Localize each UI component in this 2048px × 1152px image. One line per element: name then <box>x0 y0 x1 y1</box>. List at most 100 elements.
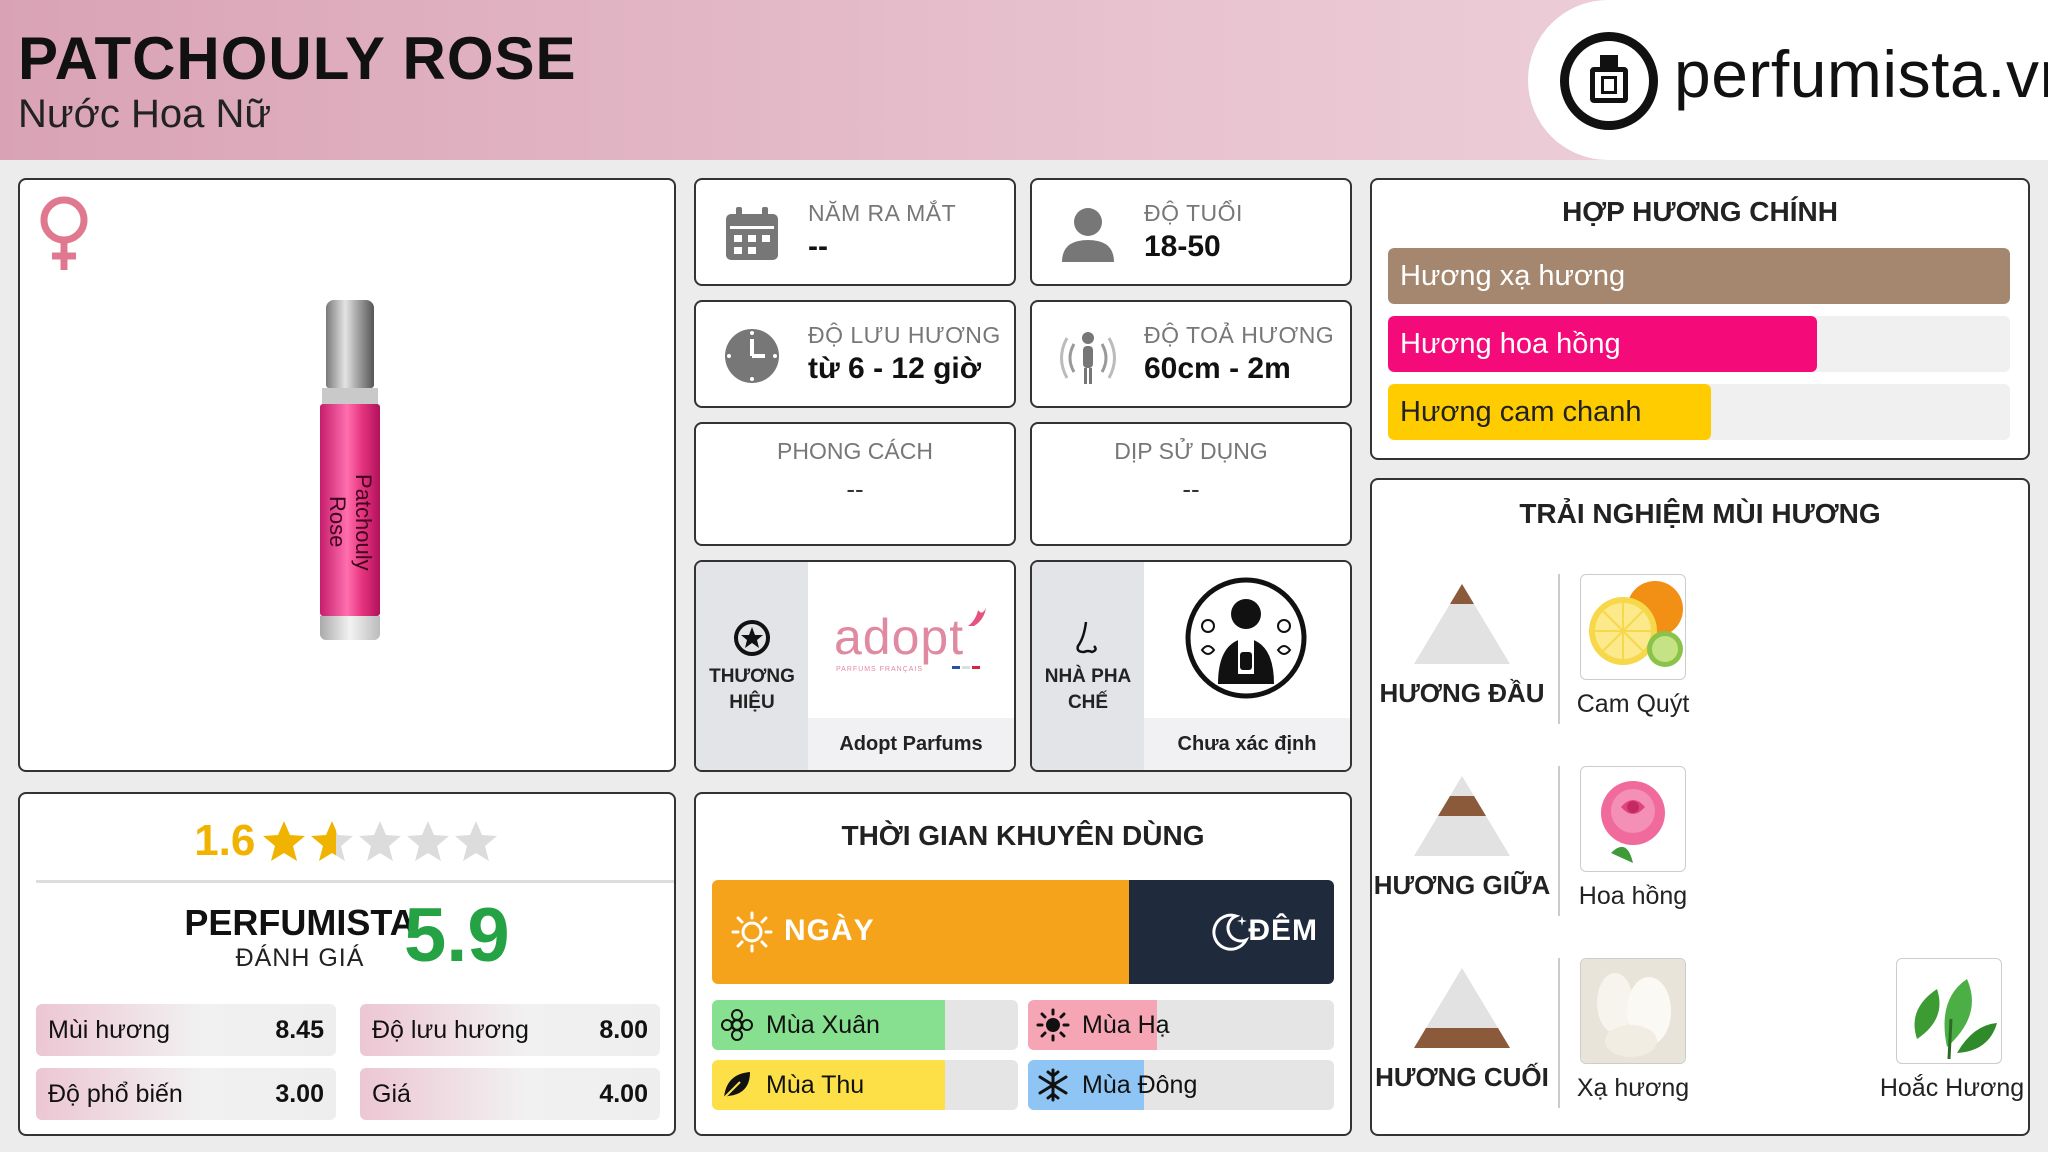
user-rating-score: 1.6 <box>194 816 256 865</box>
day-night-bar: NGÀY ĐÊM <box>712 880 1334 984</box>
style-value: -- <box>846 474 864 504</box>
bottle-label: Patchouly Rose <box>325 473 376 571</box>
metric-value: 8.00 <box>599 1016 648 1044</box>
moon-icon <box>1212 913 1250 951</box>
snowflake-icon <box>1038 1068 1068 1102</box>
brand-logo-image: adopt PARFUMS FRANÇAIS <box>808 562 1012 718</box>
day-fill: NGÀY <box>712 880 1129 984</box>
patchouli-leaf-icon <box>1914 979 1997 1060</box>
usage-title: THỜI GIAN KHUYÊN DÙNG <box>841 820 1205 851</box>
star-badge-icon <box>734 620 770 656</box>
star-icon[interactable] <box>405 818 451 864</box>
scent-notes-card: TRẢI NGHIỆM MÙI HƯƠNG HƯƠNG ĐẦU Cam Quýt… <box>1370 478 2030 1136</box>
sun-icon <box>1036 1008 1070 1042</box>
logo-text: perfumista.vn <box>1674 37 2048 111</box>
perfume-bottle-image: Patchouly Rose <box>320 300 380 640</box>
brand-label: THƯƠNG HIỆU <box>709 666 795 713</box>
season-summer: Mùa Hạ <box>1028 1000 1334 1050</box>
style-label: PHONG CÁCH <box>777 438 933 464</box>
launch-year-card: NĂM RA MẮT -- <box>694 178 1016 286</box>
night-fill: ĐÊM <box>1129 880 1334 984</box>
clock-icon <box>725 329 779 383</box>
star-icon[interactable] <box>453 818 499 864</box>
note-image-patchouli[interactable] <box>1896 958 2002 1064</box>
middle-note-label: HƯƠNG GIỮA <box>1373 870 1551 900</box>
base-note-label: HƯƠNG CUỐI <box>1375 1062 1549 1092</box>
note-name: Xạ hương <box>1576 1074 1690 1102</box>
accord-name: Hương hoa hồng <box>1400 328 1621 360</box>
perfumista-sublabel: ĐÁNH GIÁ <box>235 944 365 972</box>
metric-value: 4.00 <box>599 1080 648 1108</box>
note-image-rose[interactable] <box>1580 766 1686 872</box>
accord-name: Hương cam chanh <box>1400 396 1642 428</box>
brand-name: Adopt Parfums <box>808 718 1014 770</box>
longevity-card: ĐỘ LƯU HƯƠNG từ 6 - 12 giờ <box>694 300 1016 408</box>
star-icon[interactable] <box>309 818 355 864</box>
perfumer-label-panel: NHÀ PHA CHẾ <box>1032 562 1144 770</box>
sillage-icon <box>1060 332 1116 384</box>
launch-year-label: NĂM RA MẮT <box>808 200 957 226</box>
metric-popularity: Độ phổ biến 3.00 <box>36 1068 336 1120</box>
main-accords-card: HỢP HƯƠNG CHÍNH Hương xạ hương Hương hoa… <box>1370 178 2030 460</box>
notes-title: TRẢI NGHIỆM MÙI HƯƠNG <box>1519 498 1881 529</box>
season-name: Mùa Đông <box>1082 1071 1198 1099</box>
page-header: PATCHOULY ROSE Nước Hoa Nữ perfumista.vn <box>0 0 2048 160</box>
star-icon[interactable] <box>357 818 403 864</box>
product-image-card: Patchouly Rose <box>18 178 676 772</box>
accord-bar: Hương hoa hồng <box>1388 316 2010 372</box>
middle-note-pyramid-icon <box>1414 776 1510 856</box>
occasion-label: DỊP SỬ DỤNG <box>1114 438 1268 464</box>
season-name: Mùa Xuân <box>766 1011 880 1039</box>
divider <box>36 880 674 883</box>
accord-bar: Hương xạ hương <box>1388 248 2010 304</box>
brand-logo-subtext: PARFUMS FRANÇAIS <box>836 666 924 673</box>
metric-price: Giá 4.00 <box>360 1068 660 1120</box>
brand-logo-text: adopt <box>834 609 965 665</box>
metric-label: Mùi hương <box>48 1016 171 1044</box>
logo-bottle-icon <box>1560 32 1658 130</box>
rating-card: 1.6 PERFUMISTA ĐÁNH GIÁ 5.9 Mùi hương 8.… <box>18 792 676 1136</box>
metric-scent: Mùi hương 8.45 <box>36 1004 336 1056</box>
star-rating[interactable] <box>260 821 500 861</box>
rose-icon <box>1601 781 1665 863</box>
sun-icon <box>731 911 773 953</box>
season-name: Mùa Hạ <box>1082 1011 1170 1039</box>
metric-label: Giá <box>372 1080 411 1108</box>
age-label: ĐỘ TUỔI <box>1144 200 1243 226</box>
metric-longevity: Độ lưu hương 8.00 <box>360 1004 660 1056</box>
occasion-card: DỊP SỬ DỤNG -- <box>1030 422 1352 546</box>
perfumista-label: PERFUMISTA <box>184 902 416 943</box>
night-label: ĐÊM <box>1248 914 1318 947</box>
longevity-value: từ 6 - 12 giờ <box>808 352 982 385</box>
sillage-card: ĐỘ TOẢ HƯƠNG 60cm - 2m <box>1030 300 1352 408</box>
note-image-musk[interactable] <box>1580 958 1686 1064</box>
leaf-icon <box>723 1072 750 1099</box>
note-name: Hoắc Hương <box>1879 1074 2025 1102</box>
age-card: ĐỘ TUỔI 18-50 <box>1030 178 1352 286</box>
star-icon[interactable] <box>261 818 307 864</box>
sillage-label: ĐỘ TOẢ HƯƠNG <box>1144 322 1335 348</box>
age-value: 18-50 <box>1144 230 1221 263</box>
note-name: Cam Quýt <box>1576 690 1690 718</box>
launch-year-value: -- <box>808 230 828 263</box>
perfumer-name: Chưa xác định <box>1144 718 1350 770</box>
perfumer-card[interactable]: NHÀ PHA CHẾ Chưa xác định <box>1030 560 1352 772</box>
season-winter: Mùa Đông <box>1028 1060 1334 1110</box>
metric-label: Độ phổ biến <box>48 1080 183 1108</box>
note-image-citrus[interactable] <box>1580 574 1686 680</box>
occasion-value: -- <box>1182 474 1200 504</box>
longevity-label: ĐỘ LƯU HƯƠNG <box>808 322 1001 348</box>
perfume-subtitle: Nước Hoa Nữ <box>18 92 272 136</box>
base-note-pyramid-icon <box>1414 968 1510 1048</box>
site-logo[interactable]: perfumista.vn <box>1528 0 2048 160</box>
person-icon <box>1062 208 1114 262</box>
day-label: NGÀY <box>784 914 875 947</box>
perfumer-avatar-icon <box>1185 577 1307 699</box>
brand-card[interactable]: THƯƠNG HIỆU adopt PARFUMS FRANÇAIS Adopt… <box>694 560 1016 772</box>
musk-icon <box>1581 959 1685 1063</box>
perfume-title: PATCHOULY ROSE <box>18 25 577 92</box>
calendar-icon <box>726 207 778 260</box>
season-autumn: Mùa Thu <box>712 1060 1018 1110</box>
accord-name: Hương xạ hương <box>1400 260 1626 292</box>
note-name: Hoa hồng <box>1578 882 1688 910</box>
